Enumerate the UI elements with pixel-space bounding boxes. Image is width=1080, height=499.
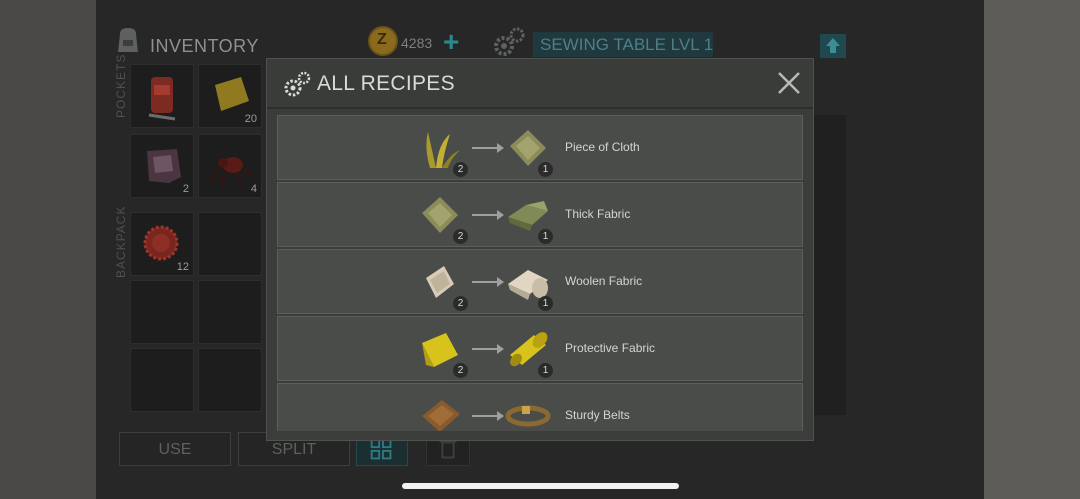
slot-count: 4 [250,183,257,195]
coin-count: 4283 [401,35,433,51]
home-indicator[interactable] [402,483,679,489]
pockets-label: POCKETS [114,53,128,118]
add-coins-button[interactable]: + [443,26,459,58]
letterbox-right [984,0,1080,499]
upgrade-button[interactable] [820,34,846,58]
station-label: SEWING TABLE LVL 1 [533,32,713,57]
recipe-name: Thick Fabric [565,207,631,221]
cloth-piece-icon [215,77,249,111]
arrow-icon [472,277,504,287]
input-quantity: 2 [453,162,468,177]
backpack-slot-5[interactable] [130,348,194,412]
hide-icon [147,149,181,183]
recipe-name: Woolen Fabric [565,274,643,288]
slot-count: 20 [244,113,257,125]
slot-count: 12 [176,261,189,273]
input-quantity: 2 [453,363,468,378]
backpack-slot-1[interactable]: 12 [130,212,194,276]
output-quantity: 1 [538,363,553,378]
recipe-name: Piece of Cloth [565,140,640,154]
pocket-slot-4[interactable]: 4 [198,134,262,198]
gears-icon [284,71,311,97]
recipe-row[interactable]: 2 1 Piece of Cloth [277,115,803,180]
recipe-row[interactable]: Sturdy Belts [277,383,803,431]
backpack-slot-6[interactable] [198,348,262,412]
letterbox-left [0,0,96,499]
inventory-title: INVENTORY [150,36,259,56]
coin-icon: Z [368,26,398,56]
backpack-slot-4[interactable] [198,280,262,344]
recipe-name: Protective Fabric [565,341,656,355]
output-quantity: 1 [538,229,553,244]
belts-icon [505,405,551,427]
arrow-icon [472,210,504,220]
arrow-icon [472,411,504,421]
use-button[interactable]: USE [119,432,231,466]
close-icon[interactable] [775,69,803,97]
backpack-item-icon [148,77,176,121]
pocket-slot-2[interactable]: 20 [198,64,262,128]
pocket-slot-1[interactable] [130,64,194,128]
slot-count: 2 [182,183,189,195]
bottle-cap-icon [143,225,179,261]
backpack-icon [118,28,138,52]
pocket-slot-3[interactable]: 2 [130,134,194,198]
recipe-row[interactable]: 2 1 Woolen Fabric [277,249,803,314]
leather-icon [422,400,460,431]
recipe-row[interactable]: 2 1 Protective Fabric [277,316,803,381]
recipe-row[interactable]: 2 1 Thick Fabric [277,182,803,247]
dialog-header: ALL RECIPES [267,59,813,109]
arrow-icon [472,143,504,153]
output-quantity: 1 [538,296,553,311]
output-quantity: 1 [538,162,553,177]
input-quantity: 2 [453,229,468,244]
spider-icon [210,157,252,184]
all-recipes-dialog: ALL RECIPES 2 1 Piece of Cloth 2 1 Thick… [267,59,813,440]
input-quantity: 2 [453,296,468,311]
station-panel [812,115,846,415]
recipe-list[interactable]: 2 1 Piece of Cloth 2 1 Thick Fabric 2 1 … [277,115,803,431]
backpack-slot-2[interactable] [198,212,262,276]
arrow-icon [472,344,504,354]
gears-icon [494,27,525,56]
recipe-name: Sturdy Belts [565,408,630,422]
backpack-slot-3[interactable] [130,280,194,344]
backpack-label: BACKPACK [114,205,128,278]
dialog-title: ALL RECIPES [317,72,455,95]
